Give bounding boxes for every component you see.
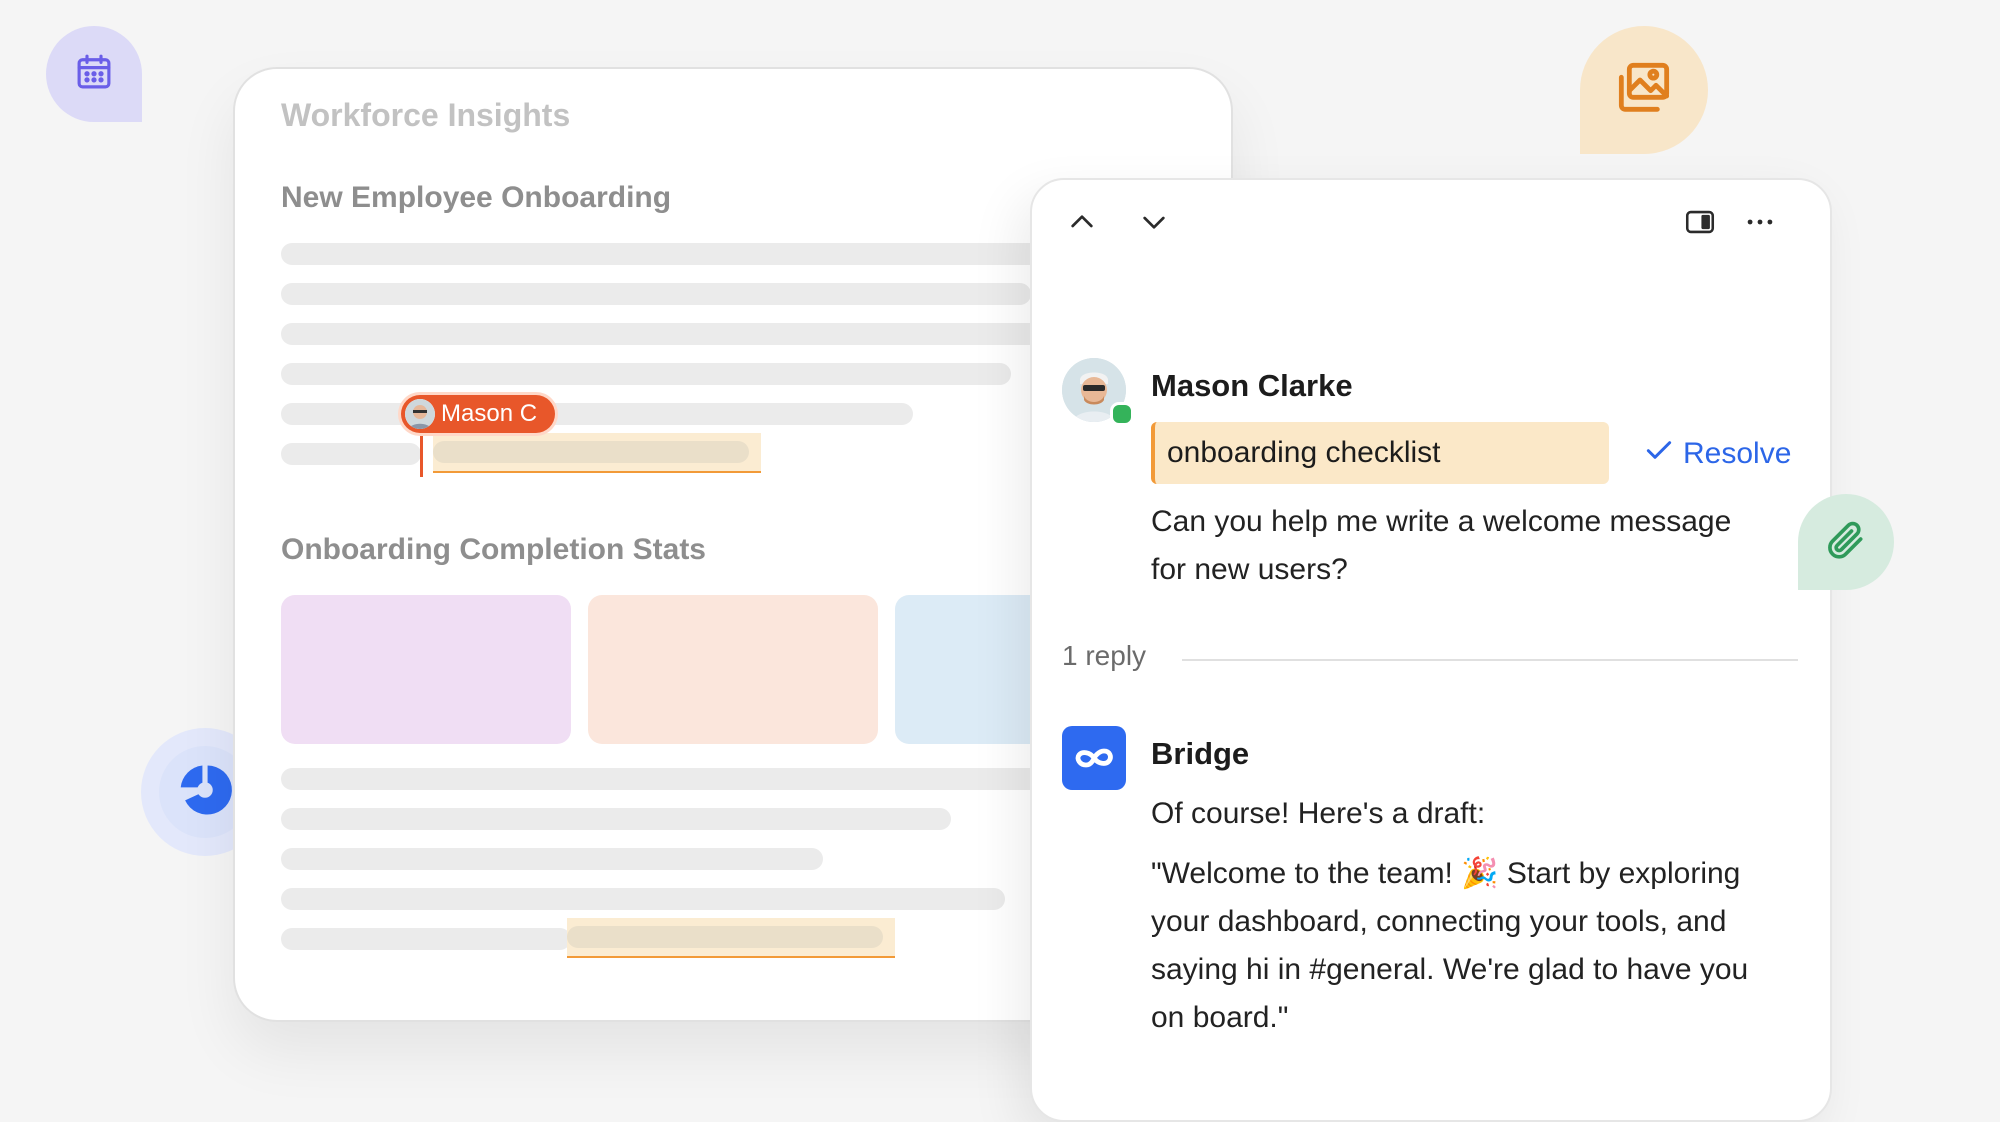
toggle-sidebar-button[interactable]	[1678, 202, 1722, 246]
comment-message-line: for new users?	[1151, 553, 1348, 586]
section-heading-onboarding: New Employee Onboarding	[281, 181, 672, 214]
highlighted-text[interactable]	[567, 918, 895, 958]
chevron-up-icon	[1066, 206, 1098, 243]
attachment-badge	[1798, 494, 1894, 590]
mention-avatar	[405, 399, 435, 429]
text-placeholder-line	[281, 848, 823, 870]
previous-comment-button[interactable]	[1060, 202, 1104, 246]
stat-card	[588, 595, 878, 744]
quoted-text[interactable]: onboarding checklist	[1151, 422, 1609, 484]
pie-chart-icon	[174, 759, 236, 826]
more-icon	[1743, 205, 1777, 244]
more-options-button[interactable]	[1738, 202, 1782, 246]
image-badge	[1580, 26, 1708, 154]
section-heading-stats: Onboarding Completion Stats	[281, 533, 706, 566]
image-gallery-icon	[1612, 56, 1676, 125]
mention-label: Mason C	[441, 400, 538, 427]
resolve-label: Resolve	[1683, 437, 1792, 470]
mention-cursor-line	[420, 427, 423, 477]
text-placeholder-line	[281, 403, 913, 425]
reply-draft-line: your dashboard, connecting your tools, a…	[1151, 905, 1727, 938]
text-placeholder-line	[281, 283, 1031, 305]
reply-draft-line: saying hi in #general. We're glad to hav…	[1151, 953, 1749, 986]
text-placeholder-line	[281, 243, 1081, 265]
user-mention-tag[interactable]: Mason C	[401, 395, 556, 433]
reply-count[interactable]: 1 reply	[1062, 640, 1146, 672]
reply-draft-line: on board."	[1151, 1001, 1289, 1034]
reply-intro: Of course! Here's a draft:	[1151, 797, 1486, 830]
reply-draft-line: "Welcome to the team! 🎉 Start by explori…	[1151, 857, 1741, 890]
text-placeholder-line	[281, 768, 1081, 790]
divider	[1182, 659, 1798, 661]
comment-panel: Mason Clarke onboarding checklist Resolv…	[1030, 178, 1832, 1122]
text-placeholder-line	[281, 888, 1005, 910]
reply-author: Bridge	[1151, 736, 1250, 771]
highlighted-text[interactable]	[433, 433, 761, 473]
resolve-button[interactable]: Resolve	[1643, 432, 1791, 476]
text-placeholder-line	[281, 363, 1011, 385]
calendar-icon	[73, 51, 115, 98]
online-status-indicator	[1110, 402, 1134, 426]
comment-author: Mason Clarke	[1151, 368, 1353, 403]
next-comment-button[interactable]	[1132, 202, 1176, 246]
stat-card	[281, 595, 571, 744]
checkmark-icon	[1643, 434, 1675, 474]
comment-message-line: Can you help me write a welcome message	[1151, 505, 1732, 538]
sidebar-toggle-icon	[1683, 205, 1717, 244]
chevron-down-icon	[1138, 206, 1170, 243]
paperclip-icon	[1824, 518, 1868, 567]
text-placeholder-line	[281, 808, 951, 830]
document-title: Workforce Insights	[281, 97, 571, 133]
text-placeholder-line	[281, 928, 571, 950]
text-placeholder-line	[281, 443, 421, 465]
calendar-badge	[46, 26, 142, 122]
bridge-logo	[1062, 726, 1126, 790]
text-placeholder-line	[281, 323, 1081, 345]
